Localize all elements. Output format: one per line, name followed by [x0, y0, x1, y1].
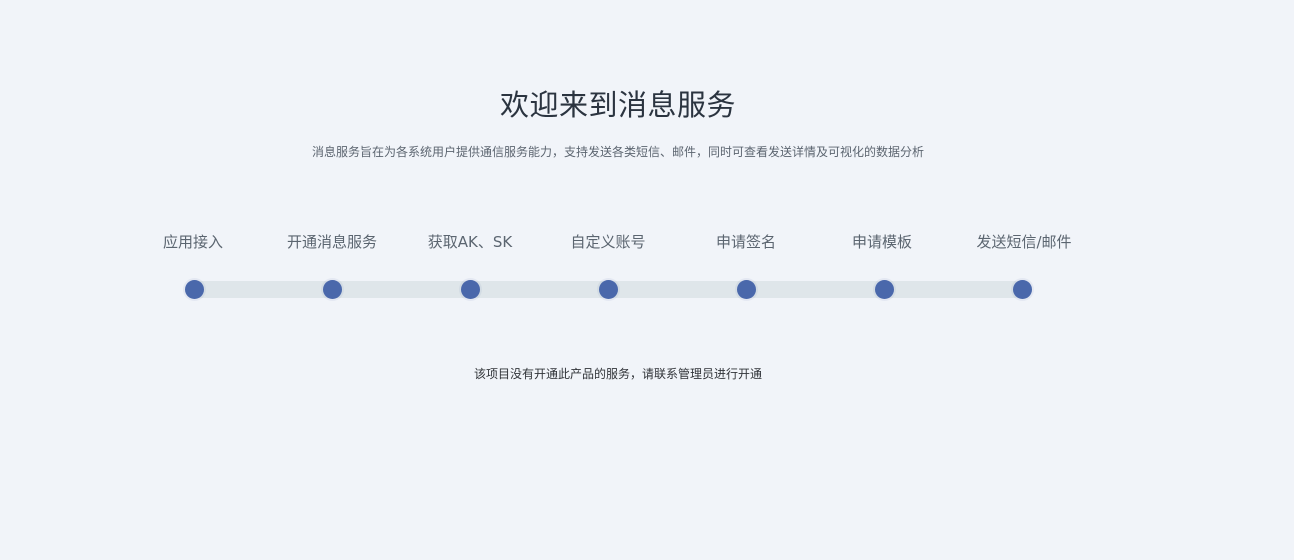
step-dot-2	[322, 280, 342, 299]
step-label-7: 发送短信/邮件	[976, 233, 1072, 251]
step-label-3: 获取AK、SK	[427, 233, 513, 251]
step-label-1: 应用接入	[162, 233, 223, 251]
step-dot-7	[1012, 280, 1032, 299]
step-label-2: 开通消息服务	[286, 233, 377, 251]
step-dot-4	[598, 280, 618, 299]
step-dot-3	[460, 280, 480, 299]
step-label-5: 申请签名	[715, 233, 776, 251]
step-label-6: 申请模板	[851, 233, 912, 251]
step-label-4: 自定义账号	[570, 233, 646, 251]
step-dot-5	[736, 280, 756, 299]
step-dot-6	[874, 280, 894, 299]
step-dot-1	[184, 280, 204, 299]
steps-progress: 应用接入 开通消息服务 获取AK、SK 自定义账号 申请签名 申请模板 发送短信…	[0, 0, 1294, 320]
service-notice: 该项目没有开通此产品的服务，请联系管理员进行开通	[473, 367, 762, 381]
